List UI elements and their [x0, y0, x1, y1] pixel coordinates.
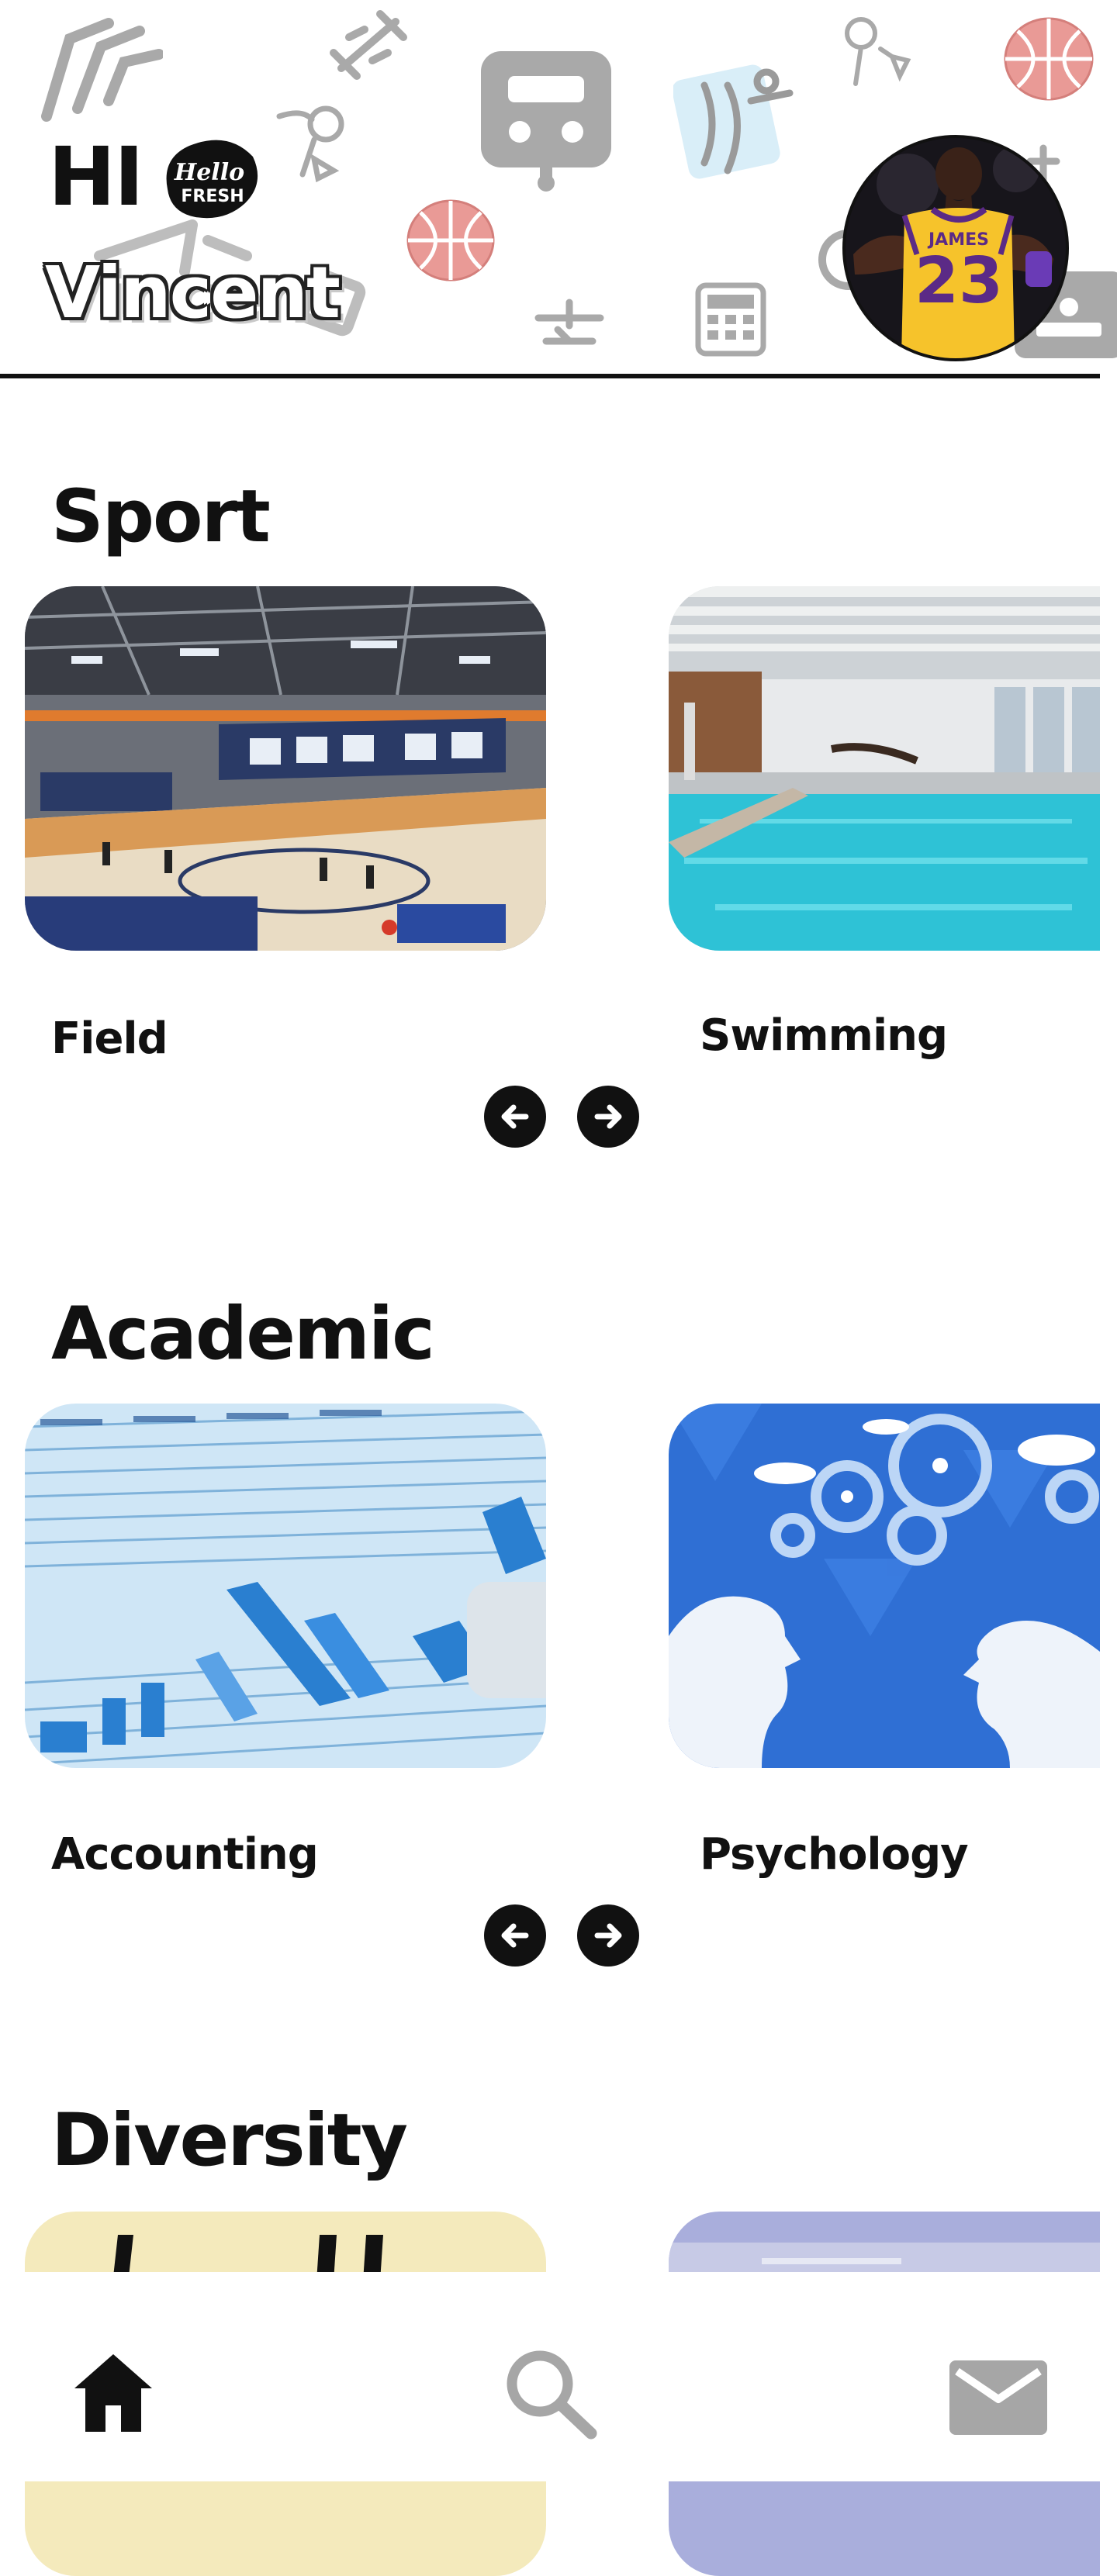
section-title-sport: Sport [51, 475, 271, 559]
people-icon [845, 17, 911, 86]
robot-icon [481, 51, 611, 192]
svg-text:23: 23 [915, 244, 1003, 318]
greeting-text: HI [48, 129, 144, 224]
profile-avatar[interactable]: JAMES 23 [842, 135, 1069, 361]
bottom-nav [0, 2272, 1117, 2481]
scale-icon [534, 299, 604, 345]
academic-next-button[interactable] [577, 1904, 639, 1967]
arrow-left-icon [501, 1104, 529, 1129]
user-name: Vincent [45, 251, 341, 334]
hellofresh-logo: Hello FRESH [166, 140, 258, 219]
gear-heads-illustration [669, 1404, 1100, 1768]
home-icon [74, 2354, 152, 2432]
dumbbell-icon [330, 10, 407, 80]
arrow-right-icon [594, 1923, 622, 1948]
card-label-swimming: Swimming [700, 1010, 948, 1061]
card-image-psychology[interactable] [669, 1404, 1100, 1768]
card-label-psychology: Psychology [700, 1829, 969, 1880]
nav-messages[interactable] [948, 2359, 1049, 2440]
swimmer-card-icon [673, 64, 794, 179]
arrow-left-icon [501, 1923, 529, 1948]
basketball-icon [1004, 17, 1094, 101]
indoor-pool-photo [669, 586, 1100, 951]
svg-text:Hello: Hello [174, 159, 244, 186]
section-title-academic: Academic [51, 1292, 435, 1376]
spreadsheet-chart-photo [25, 1404, 546, 1768]
card-image-accounting[interactable] [25, 1404, 546, 1768]
header: HI Hello FRESH Vincent JAMES 23 [0, 0, 1117, 378]
svg-text:FRESH: FRESH [181, 187, 244, 206]
sport-prev-button[interactable] [484, 1086, 546, 1148]
nav-search[interactable] [504, 2348, 599, 2443]
mail-icon [949, 2360, 1047, 2435]
card-label-accounting: Accounting [51, 1829, 319, 1880]
card-image-swimming[interactable] [669, 586, 1100, 951]
header-divider [0, 374, 1100, 378]
lab-flask-icon [41, 18, 163, 122]
whistle-icon [276, 105, 344, 183]
nav-home[interactable] [70, 2350, 157, 2438]
academic-prev-button[interactable] [484, 1904, 546, 1967]
avatar-photo: JAMES 23 [846, 138, 1066, 358]
indoor-court-photo [25, 586, 546, 951]
card-image-field[interactable] [25, 586, 546, 951]
card-label-field: Field [51, 1013, 168, 1064]
arrow-right-icon [594, 1104, 622, 1129]
basketball-icon [406, 199, 495, 281]
calculator-icon [695, 282, 766, 357]
sport-next-button[interactable] [577, 1086, 639, 1148]
section-title-diversity: Diversity [51, 2098, 408, 2183]
search-icon [507, 2350, 597, 2440]
